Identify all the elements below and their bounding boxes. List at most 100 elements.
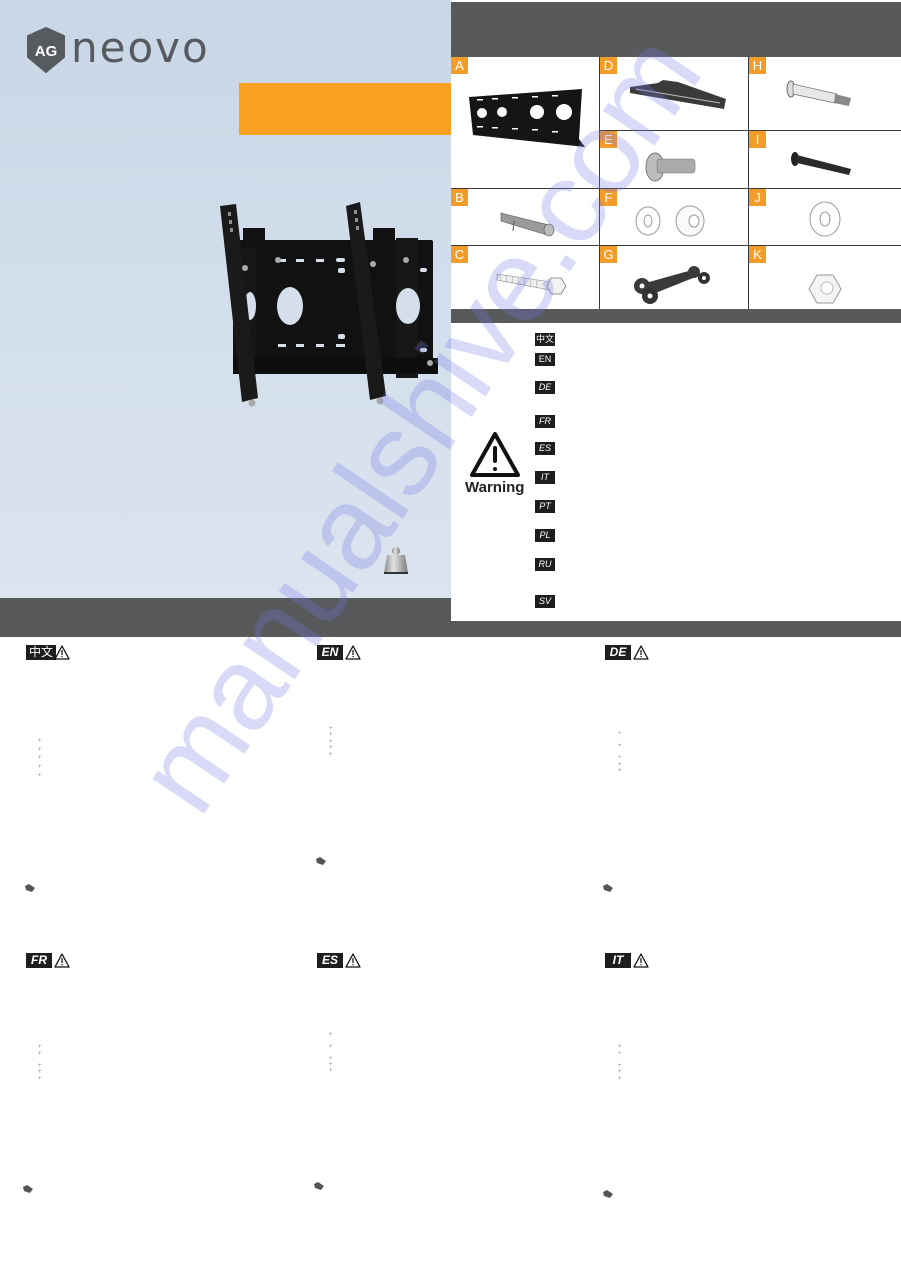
bullet-marker: + bbox=[329, 1044, 333, 1050]
section-lang-tag: DE bbox=[605, 645, 631, 660]
bullet-marker: + bbox=[38, 1044, 42, 1050]
bullet-marker: + bbox=[618, 762, 622, 768]
part-cell-a: A bbox=[451, 57, 600, 189]
washers-and-spacer-image bbox=[635, 205, 705, 237]
part-cell-j: J bbox=[749, 189, 901, 246]
bullet-marker: + bbox=[618, 1076, 622, 1082]
part-cell-g: G bbox=[600, 246, 749, 309]
bullet-marker: + bbox=[329, 1068, 333, 1074]
note-icon bbox=[25, 884, 35, 892]
part-letter: H bbox=[749, 57, 766, 74]
note-icon bbox=[603, 1190, 613, 1198]
section-en: EN + + + + + bbox=[316, 645, 597, 945]
lag-bolt-image bbox=[496, 273, 567, 295]
warning-icon bbox=[633, 645, 649, 660]
cover-panel: AG neovo bbox=[0, 0, 451, 598]
wall-anchor-image bbox=[500, 212, 555, 237]
lang-tag-fr: FR bbox=[535, 415, 555, 428]
section-divider-bar bbox=[0, 621, 901, 637]
parts-grid: A D H E I B F J C G K bbox=[451, 57, 901, 309]
brand-logo: AG neovo bbox=[26, 27, 210, 73]
section-lang-tag: 中文 bbox=[26, 645, 57, 660]
bullet-marker: + bbox=[618, 1044, 622, 1050]
warning-triangle-icon bbox=[470, 432, 520, 477]
bullet-marker: + bbox=[329, 752, 333, 758]
bullet-marker: + bbox=[329, 1056, 333, 1062]
ag-shield-icon: AG bbox=[26, 27, 66, 73]
part-cell-f: F bbox=[600, 189, 749, 246]
section-lang-tag: FR bbox=[26, 953, 52, 968]
section-lang-tag: IT bbox=[605, 953, 631, 968]
lang-tag-it: IT bbox=[535, 471, 555, 484]
lang-tag-pt: PT bbox=[535, 500, 555, 513]
section-de: DE + + + + + bbox=[603, 645, 885, 945]
warning-panel: Warning 中文 EN DE FR ES IT PT PL RU SV bbox=[451, 323, 901, 621]
part-letter: A bbox=[451, 57, 468, 74]
bullet-marker: + bbox=[618, 743, 622, 749]
bullet-marker: + bbox=[329, 726, 333, 732]
part-cell-k: K bbox=[749, 246, 901, 309]
part-letter: B bbox=[451, 189, 468, 206]
warning-icon bbox=[345, 645, 361, 660]
bullet-marker: + bbox=[329, 732, 333, 738]
shoulder-bolt-black-image bbox=[791, 152, 851, 175]
bullet-marker: + bbox=[38, 773, 42, 779]
flange-screw-image bbox=[645, 152, 696, 182]
parts-header-bar bbox=[451, 2, 901, 57]
washer-image bbox=[809, 201, 841, 237]
shoulder-bolt-silver-image bbox=[786, 80, 851, 106]
bullet-marker: + bbox=[38, 764, 42, 770]
bullet-marker: + bbox=[38, 738, 42, 744]
cover-footer-bar bbox=[0, 598, 451, 623]
part-letter: I bbox=[749, 131, 766, 148]
bullet-marker: + bbox=[618, 1069, 622, 1075]
part-letter: D bbox=[600, 57, 617, 74]
bullet-marker: + bbox=[618, 768, 622, 774]
section-fr: FR + + + + + bbox=[23, 953, 306, 1253]
section-lang-tag: ES bbox=[317, 953, 343, 968]
note-icon bbox=[316, 857, 326, 865]
bullet-marker: + bbox=[329, 739, 333, 745]
parts-bottom-bar bbox=[451, 309, 901, 323]
part-cell-e: E bbox=[600, 131, 749, 189]
bullet-marker: + bbox=[618, 1051, 622, 1057]
logo-mark: AG bbox=[35, 43, 58, 60]
product-image-wall-mount bbox=[198, 198, 438, 420]
bullet-marker: + bbox=[38, 1076, 42, 1082]
note-icon bbox=[603, 884, 613, 892]
part-letter: K bbox=[749, 246, 766, 263]
warning-icon bbox=[345, 953, 361, 968]
part-letter: E bbox=[600, 131, 617, 148]
lang-tag-sv: SV bbox=[535, 595, 555, 608]
lang-tag-ru: RU bbox=[535, 558, 555, 571]
logo-text: neovo bbox=[71, 23, 210, 72]
warning-icon bbox=[54, 645, 70, 660]
weight-icon bbox=[381, 545, 411, 575]
part-cell-c: C bbox=[451, 246, 600, 309]
bullet-marker: + bbox=[38, 1063, 42, 1069]
lang-tag-zh: 中文 bbox=[535, 333, 555, 346]
lang-tag-en: EN bbox=[535, 353, 555, 366]
warning-icon bbox=[633, 953, 649, 968]
mounting-arm-image bbox=[630, 80, 726, 109]
bullet-marker: + bbox=[618, 1063, 622, 1069]
section-it: IT + + + + + bbox=[603, 953, 885, 1253]
title-banner bbox=[239, 83, 451, 135]
hex-nut-image bbox=[808, 274, 842, 304]
part-letter: C bbox=[451, 246, 468, 263]
section-lang-tag: EN bbox=[317, 645, 343, 660]
part-cell-b: B bbox=[451, 189, 600, 246]
bullet-marker: + bbox=[38, 747, 42, 753]
part-letter: G bbox=[600, 246, 617, 263]
bullet-marker: + bbox=[329, 1032, 333, 1038]
lang-tag-de: DE bbox=[535, 381, 555, 394]
lang-tag-es: ES bbox=[535, 442, 555, 455]
bullet-marker: + bbox=[38, 1051, 42, 1057]
part-letter: J bbox=[749, 189, 766, 206]
bullet-marker: + bbox=[38, 1069, 42, 1075]
wall-plate-image bbox=[469, 89, 585, 147]
warning-label: Warning bbox=[465, 479, 525, 496]
bullet-marker: + bbox=[329, 745, 333, 751]
bullet-marker: + bbox=[329, 1062, 333, 1068]
link-bracket-image bbox=[634, 266, 710, 304]
